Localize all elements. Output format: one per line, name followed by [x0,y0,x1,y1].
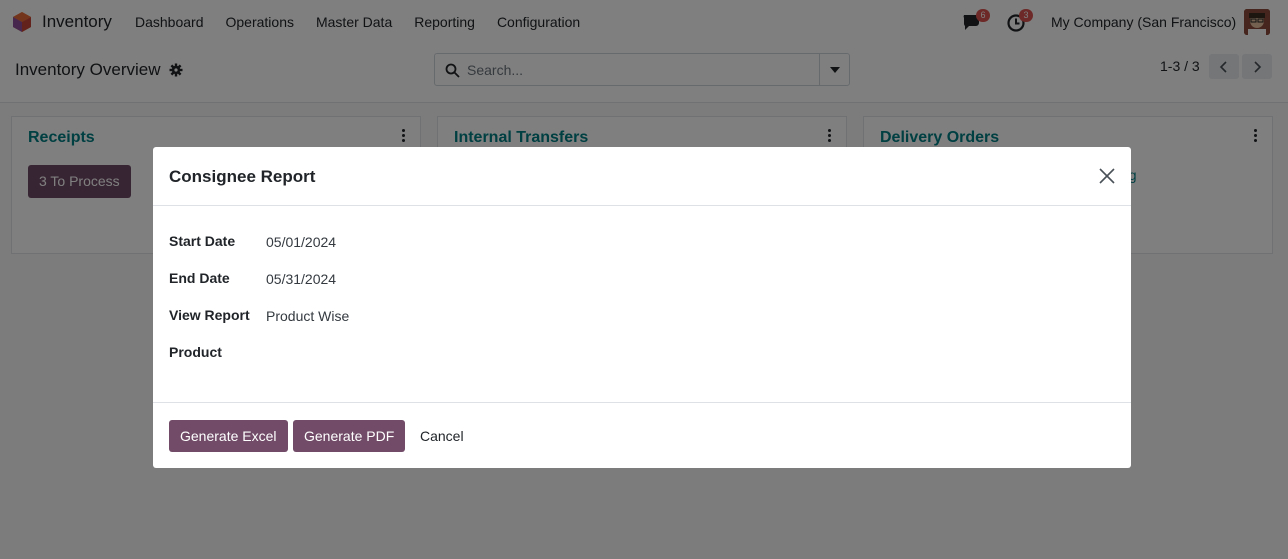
start-date-label: Start Date [169,233,236,249]
close-icon[interactable] [1099,168,1115,184]
generate-excel-button[interactable]: Generate Excel [169,420,288,452]
product-field[interactable] [266,345,566,363]
start-date-field[interactable]: 05/01/2024 [266,234,336,250]
dialog-header: Consignee Report [153,147,1131,206]
dialog-footer: Generate Excel Generate PDF Cancel [153,402,1131,468]
view-report-label: View Report [169,307,250,323]
product-label: Product [169,344,222,360]
view-report-select[interactable]: Product Wise [266,308,349,324]
dialog-title: Consignee Report [169,167,316,186]
consignee-report-dialog: Consignee Report Start Date 05/01/2024 E… [153,147,1131,468]
end-date-label: End Date [169,270,230,286]
generate-pdf-button[interactable]: Generate PDF [293,420,406,452]
end-date-field[interactable]: 05/31/2024 [266,271,336,287]
cancel-button[interactable]: Cancel [420,420,464,452]
